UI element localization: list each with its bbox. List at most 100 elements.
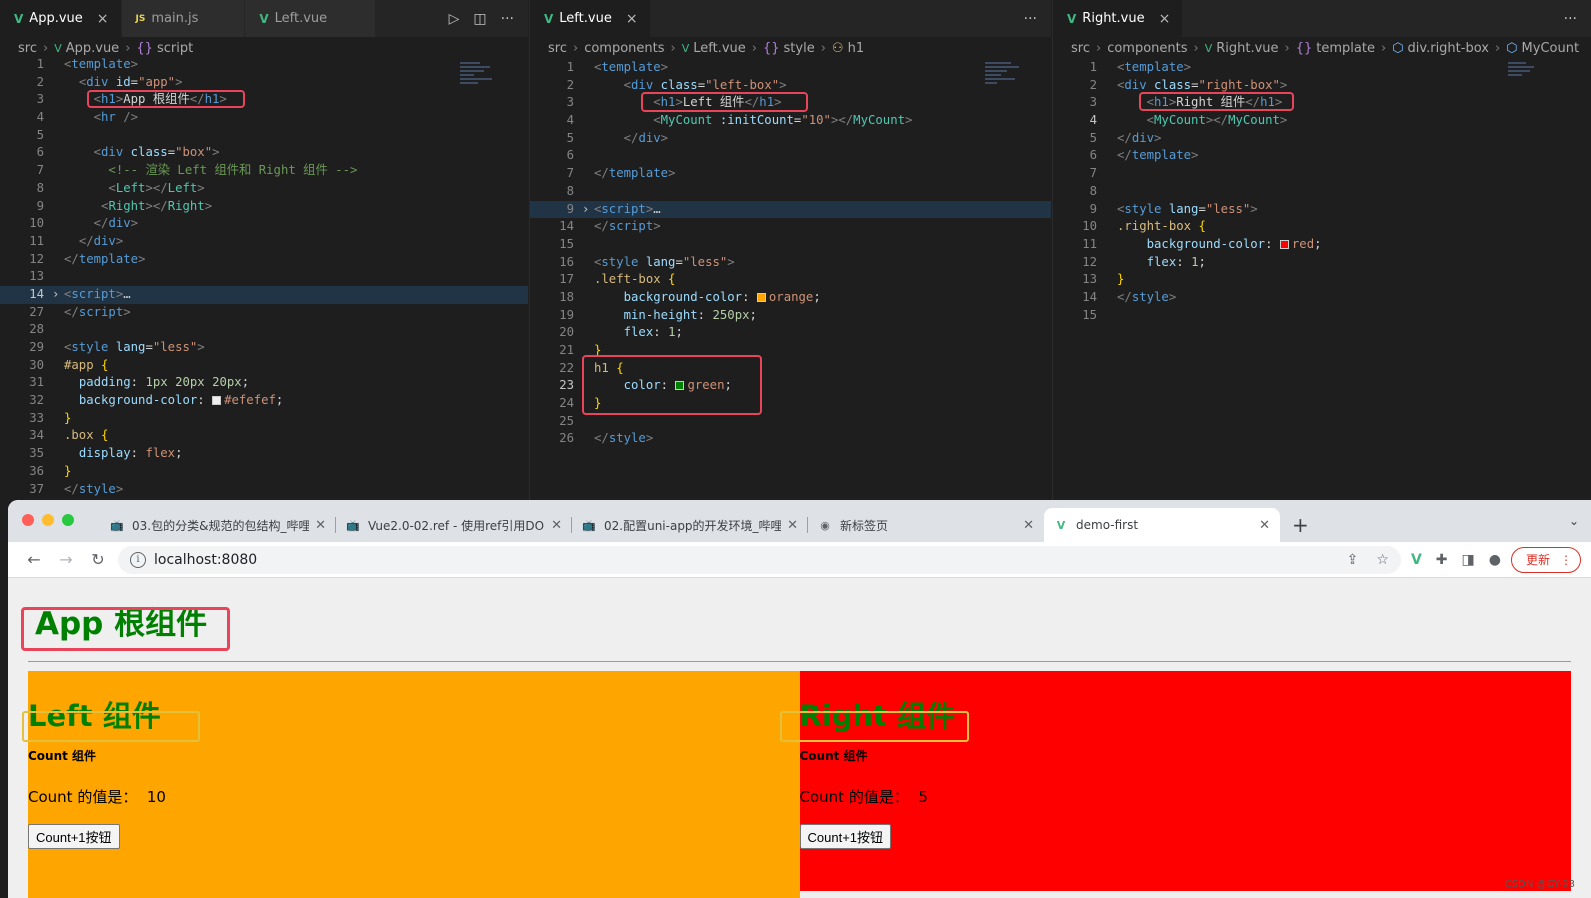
bookmark-star-icon[interactable]: ☆ [1376, 552, 1389, 568]
close-tab-icon[interactable]: ✕ [1023, 518, 1034, 533]
address-bar[interactable]: i localhost:8080 ⇪ ☆ [118, 545, 1401, 574]
close-tab-icon[interactable]: ✕ [1259, 518, 1270, 533]
breadcrumb-item[interactable]: MyCount [1522, 41, 1580, 56]
vue-devtools-icon[interactable]: V [1411, 552, 1422, 568]
code-line[interactable]: 12 </template> [0, 251, 528, 269]
code-line[interactable]: 10 .right-box { [1053, 218, 1591, 236]
breadcrumb-item[interactable]: Right.vue [1216, 41, 1278, 56]
count-increment-button[interactable]: Count+1按钮 [799, 824, 892, 849]
code-line[interactable]: 6 <div class="box"> [0, 144, 528, 162]
close-tab-icon[interactable]: ✕ [787, 518, 798, 533]
code-line[interactable]: 8 [530, 183, 1051, 201]
tab-right-vue[interactable]: V Right.vue × [1053, 0, 1184, 37]
code-line[interactable]: 30 #app { [0, 357, 528, 375]
new-tab-button[interactable]: + [1280, 508, 1321, 542]
code-line[interactable]: 3 <h1>Left 组件</h1> [530, 94, 1051, 112]
code-line[interactable]: 7 <!-- 渲染 Left 组件和 Right 组件 --> [0, 162, 528, 180]
code-line[interactable]: 14 </style> [1053, 289, 1591, 307]
close-icon[interactable]: × [97, 11, 109, 27]
code-line[interactable]: 21} [530, 342, 1051, 360]
breadcrumb-item[interactable]: template [1316, 41, 1375, 56]
maximize-window-button[interactable] [62, 514, 74, 526]
fold-chevron-icon[interactable]: › [582, 201, 589, 219]
code-line[interactable]: 28 [0, 321, 528, 339]
code-line[interactable]: 11 background-color: red; [1053, 236, 1591, 254]
code-line[interactable]: 4 <MyCount :initCount="10"></MyCount> [530, 112, 1051, 130]
tab-left-vue[interactable]: V Left.vue × [530, 0, 651, 37]
share-icon[interactable]: ⇪ [1347, 552, 1359, 568]
code-line[interactable]: 32 background-color: #efefef; [0, 392, 528, 410]
code-line[interactable]: 3 <h1>App 根组件</h1> [0, 91, 528, 109]
breadcrumb-item[interactable]: h1 [848, 41, 865, 56]
code-line[interactable]: 9 <Right></Right> [0, 198, 528, 216]
browser-tab[interactable]: ◉ 新标签页 ✕ [808, 508, 1044, 542]
reload-icon[interactable]: ↻ [82, 550, 114, 569]
breadcrumb-item[interactable]: components [584, 41, 664, 56]
code-line[interactable]: 1 <template> [530, 59, 1051, 77]
more-icon[interactable]: ··· [1024, 11, 1037, 27]
minimize-window-button[interactable] [42, 514, 54, 526]
code-line[interactable]: 18 background-color: orange; [530, 289, 1051, 307]
code-line[interactable]: 4 <hr /> [0, 109, 528, 127]
code-line[interactable]: 6 [530, 147, 1051, 165]
tab-main-js[interactable]: JS main.js [121, 0, 246, 37]
code-line[interactable]: 5 </div> [530, 130, 1051, 148]
editor-app-vue[interactable]: V App.vue × JS main.js V Left.vue ▷ ◫ ··… [0, 0, 528, 500]
forward-icon[interactable]: → [50, 550, 82, 569]
browser-tab[interactable]: 📺 02.配置uni-app的开发环境_哔哩 ✕ [572, 508, 808, 542]
code-line[interactable]: 7 [1053, 165, 1591, 183]
code-line[interactable]: 9 › <script>… [530, 200, 1051, 219]
more-icon[interactable]: ··· [501, 11, 514, 27]
code-line[interactable]: 17 .left-box { [530, 271, 1051, 289]
code-line[interactable]: 26 </style> [530, 430, 1051, 448]
breadcrumb-item[interactable]: src [1071, 41, 1090, 56]
code-line[interactable]: 9 <style lang="less"> [1053, 201, 1591, 219]
code-line[interactable]: 11 </div> [0, 233, 528, 251]
back-icon[interactable]: ← [18, 550, 50, 569]
code-line[interactable]: 13 [0, 268, 528, 286]
close-icon[interactable]: × [626, 11, 638, 27]
code-line[interactable]: 16 <style lang="less"> [530, 254, 1051, 272]
code-line[interactable]: 1 <template> [0, 56, 528, 74]
code-line[interactable]: 10 </div> [0, 215, 528, 233]
code-line[interactable]: 15 [530, 236, 1051, 254]
code-line[interactable]: 5 </div> [1053, 130, 1591, 148]
run-icon[interactable]: ▷ [449, 11, 460, 27]
close-window-button[interactable] [22, 514, 34, 526]
site-info-icon[interactable]: i [130, 551, 146, 568]
fold-chevron-icon[interactable]: › [52, 286, 59, 304]
breadcrumb-item[interactable]: Left.vue [693, 41, 746, 56]
code-line[interactable]: 14 </script> [530, 218, 1051, 236]
code-line[interactable]: 37 </style> [0, 481, 528, 499]
code-line[interactable]: 23 color: green; [530, 377, 1051, 395]
count-increment-button[interactable]: Count+1按钮 [28, 824, 120, 849]
code-line[interactable]: 34 .box { [0, 427, 528, 445]
browser-tab-active[interactable]: V demo-first ✕ [1044, 508, 1280, 542]
code-line[interactable]: 19 min-height: 250px; [530, 307, 1051, 325]
code-line[interactable]: 22 h1 { [530, 360, 1051, 378]
editor-right-vue[interactable]: V Right.vue × ··· src › components › V Righ… [1052, 0, 1591, 500]
code-line[interactable]: 31 padding: 1px 20px 20px; [0, 374, 528, 392]
code-line[interactable]: 13} [1053, 271, 1591, 289]
more-icon[interactable]: ··· [1564, 11, 1577, 27]
code-line[interactable]: 33} [0, 410, 528, 428]
browser-tab[interactable]: 📺 Vue2.0-02.ref - 使用ref引用DO ✕ [336, 508, 572, 542]
editor-left-vue[interactable]: V Left.vue × ··· src › components › V Left.… [529, 0, 1051, 500]
code-line[interactable]: 25 [530, 413, 1051, 431]
code-line[interactable]: 20 flex: 1; [530, 324, 1051, 342]
code-line[interactable]: 8 <Left></Left> [0, 180, 528, 198]
extensions-puzzle-icon[interactable]: ✚ [1436, 552, 1448, 568]
breadcrumb-item[interactable]: div.right-box [1408, 41, 1489, 56]
browser-tab[interactable]: 📺 03.包的分类&规范的包结构_哔哩 ✕ [100, 508, 336, 542]
close-tab-icon[interactable]: ✕ [551, 518, 562, 533]
code-line[interactable]: 7 </template> [530, 165, 1051, 183]
code-line[interactable]: 6 </template> [1053, 147, 1591, 165]
minimap[interactable] [1508, 60, 1548, 120]
update-button[interactable]: 更新 ⋮ [1510, 546, 1581, 573]
code-line[interactable]: 27 </script> [0, 304, 528, 322]
breadcrumb-item[interactable]: style [784, 41, 815, 56]
code-line[interactable]: 15 [1053, 307, 1591, 325]
minimap[interactable] [985, 60, 1025, 120]
tab-left-vue[interactable]: V Left.vue [245, 0, 377, 37]
breadcrumb-item[interactable]: src [548, 41, 567, 56]
